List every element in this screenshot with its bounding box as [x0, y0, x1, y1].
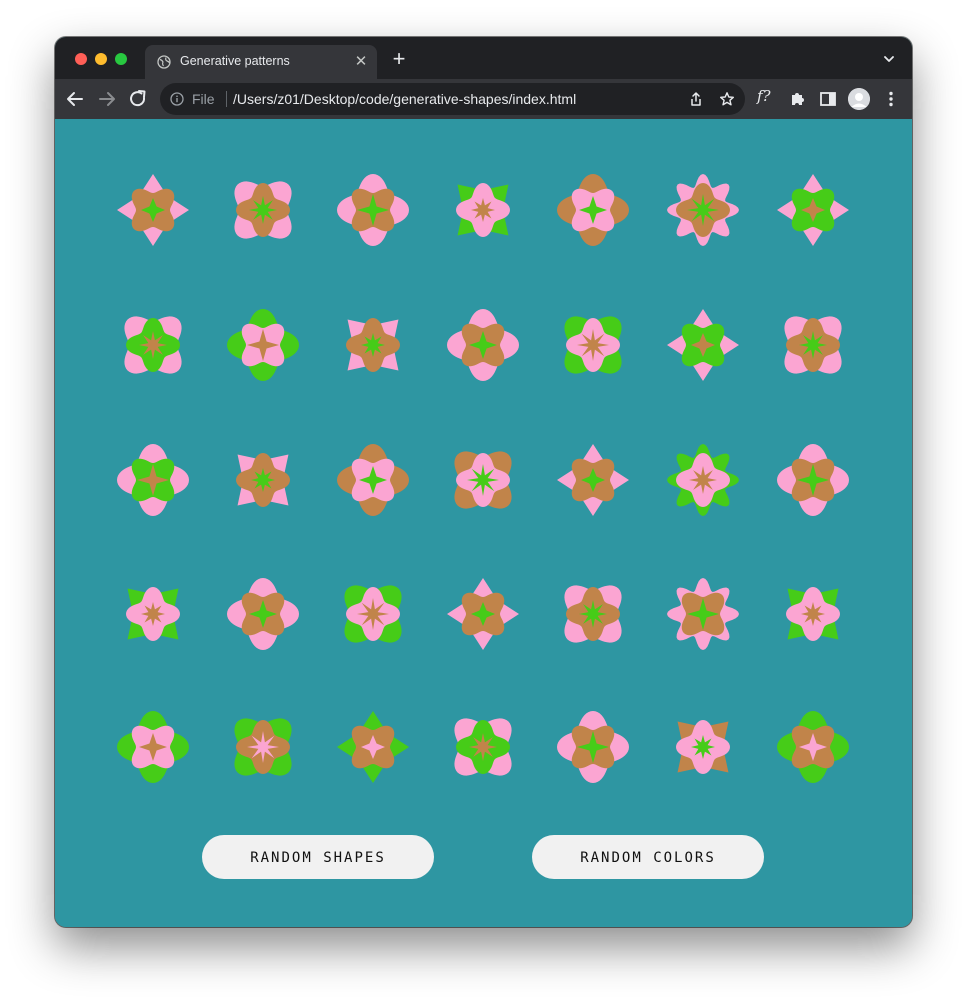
shape-layer-3 [141, 602, 165, 626]
shape-layer-3 [801, 602, 825, 626]
pattern-shape [445, 576, 521, 652]
shape-layer-3 [251, 468, 275, 492]
pattern-shape [775, 172, 851, 248]
page-canvas: RANDOM SHAPES RANDOM COLORS [55, 119, 912, 927]
pattern-grid [55, 119, 912, 839]
random-colors-button[interactable]: RANDOM COLORS [532, 835, 764, 879]
pattern-shape [665, 307, 741, 383]
pattern-shape [445, 307, 521, 383]
pattern-shape [115, 307, 191, 383]
address-bar[interactable]: File /Users/z01/Desktop/code/generative-… [160, 83, 745, 115]
shape-layer-3 [469, 733, 497, 761]
shape-layer-3 [357, 598, 389, 630]
info-icon[interactable] [170, 92, 184, 106]
shape-layer-3 [799, 331, 827, 359]
pattern-shape [115, 172, 191, 248]
pattern-shape [225, 442, 301, 518]
maximize-window-button[interactable] [115, 53, 127, 65]
shape-layer-3 [689, 466, 717, 494]
tab-bar: Generative patterns ✕ + [55, 37, 912, 79]
new-tab-button[interactable]: + [388, 48, 410, 70]
browser-toolbar: File /Users/z01/Desktop/code/generative-… [55, 79, 912, 119]
shape-layer-3 [687, 194, 719, 226]
side-panel-icon[interactable] [818, 89, 838, 109]
reload-icon[interactable] [126, 87, 150, 111]
pattern-shape [665, 172, 741, 248]
pattern-shape [115, 709, 191, 785]
shape-layer-3 [467, 464, 499, 496]
pattern-shape [445, 172, 521, 248]
pattern-shape [555, 576, 631, 652]
pattern-shape [775, 307, 851, 383]
shape-layer-3 [579, 600, 607, 628]
file-scheme-label: File [192, 91, 215, 107]
shape-layer-3 [361, 333, 385, 357]
pattern-shape [335, 307, 411, 383]
pattern-shape [335, 576, 411, 652]
pattern-shape [445, 442, 521, 518]
chevron-down-icon[interactable] [881, 51, 897, 67]
pattern-shape [335, 172, 411, 248]
shape-layer-3 [247, 731, 279, 763]
pattern-shape [115, 442, 191, 518]
pattern-shape [225, 709, 301, 785]
pattern-shape [225, 576, 301, 652]
pattern-shape [555, 442, 631, 518]
pattern-shape [775, 576, 851, 652]
more-menu-icon[interactable] [881, 89, 901, 109]
url-text[interactable]: /Users/z01/Desktop/code/generative-shape… [233, 91, 576, 107]
address-separator [226, 91, 227, 107]
pattern-shape [775, 442, 851, 518]
pattern-shape [775, 709, 851, 785]
pattern-shape [335, 442, 411, 518]
pattern-shape [665, 442, 741, 518]
minimize-window-button[interactable] [95, 53, 107, 65]
tab-title: Generative patterns [180, 54, 290, 68]
tab-close-icon[interactable]: ✕ [351, 52, 371, 72]
pattern-shape [665, 709, 741, 785]
pattern-shape [445, 709, 521, 785]
extension-fquery-icon[interactable]: f? [757, 87, 771, 105]
share-icon[interactable] [688, 91, 704, 107]
random-shapes-button[interactable]: RANDOM SHAPES [202, 835, 434, 879]
pattern-shape [115, 576, 191, 652]
back-arrow-icon[interactable] [63, 87, 87, 111]
shape-layer-3 [471, 198, 495, 222]
pattern-shape [225, 172, 301, 248]
shape-layer-3 [139, 331, 167, 359]
pattern-shape [225, 307, 301, 383]
shape-layer-3 [577, 329, 609, 361]
globe-icon [157, 55, 171, 69]
shape-layer-3 [691, 735, 715, 759]
profile-avatar[interactable] [848, 88, 870, 110]
pattern-shape [555, 709, 631, 785]
pattern-shape [555, 307, 631, 383]
browser-window: Generative patterns ✕ + File /Users/z01/… [55, 37, 912, 927]
tab-generative-patterns[interactable]: Generative patterns ✕ [145, 45, 377, 79]
shape-layer-3 [249, 196, 277, 224]
pattern-shape [665, 576, 741, 652]
person-icon [848, 88, 870, 110]
star-icon[interactable] [719, 91, 735, 107]
puzzle-extensions-icon[interactable] [788, 89, 808, 109]
pattern-shape [335, 709, 411, 785]
pattern-shape [555, 172, 631, 248]
close-window-button[interactable] [75, 53, 87, 65]
forward-arrow-icon[interactable] [95, 87, 119, 111]
